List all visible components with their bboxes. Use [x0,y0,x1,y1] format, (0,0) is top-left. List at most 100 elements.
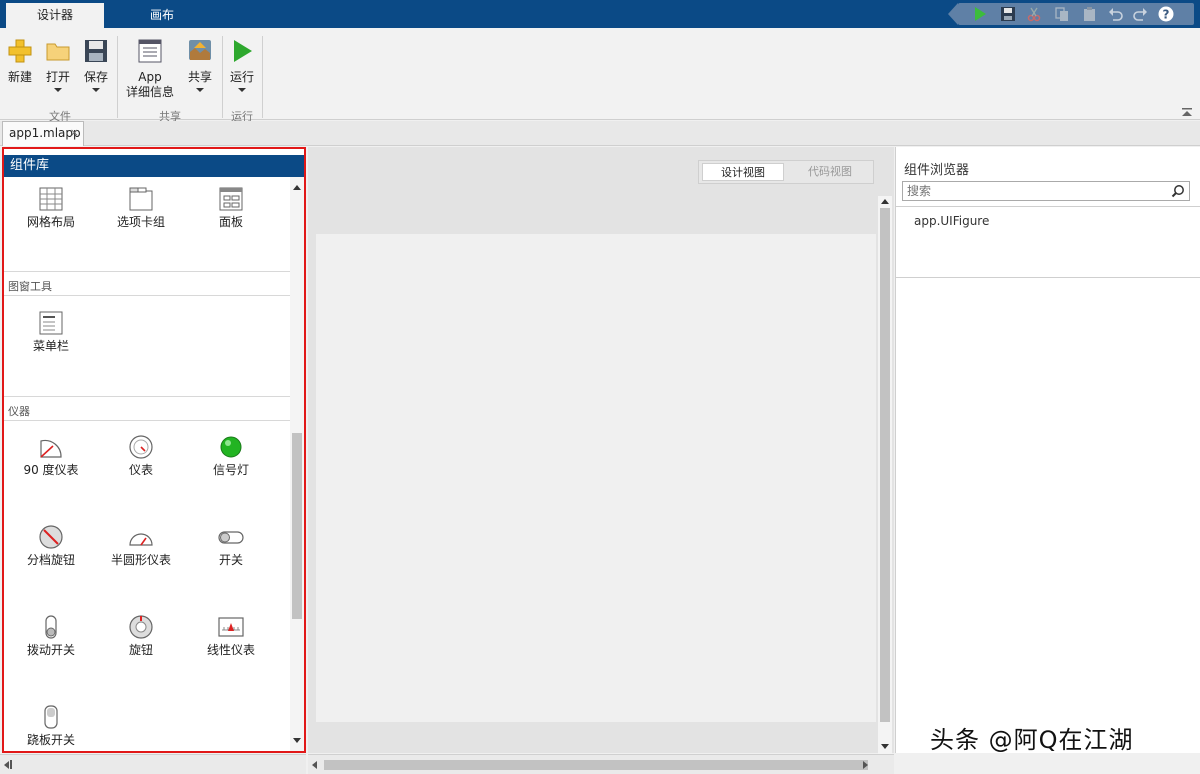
scroll-up-icon[interactable] [881,199,889,204]
cut-icon[interactable] [1026,6,1042,22]
save-dropdown-icon[interactable] [92,88,100,92]
section-divider [4,396,290,397]
component-label: 仪表 [128,463,153,477]
ui-figure-canvas[interactable] [316,234,876,722]
component-label: 信号灯 [212,463,249,477]
undo-icon[interactable] [1108,6,1124,22]
component-toggle-switch[interactable]: 拨动开关 [6,615,96,661]
scroll-right-icon[interactable] [863,761,868,769]
component-browser: 组件浏览器 app.UIFigure [895,147,1200,753]
scroll-down-icon[interactable] [881,744,889,749]
component-label: 开关 [218,553,243,567]
component-gauge[interactable]: 仪表 [96,435,186,481]
scroll-down-icon[interactable] [293,738,301,743]
component-panel[interactable]: 面板 [186,187,276,233]
new-label: 新建 [7,70,32,84]
component-label: 面板 [218,215,243,229]
scroll-home-icon [10,760,12,769]
component-library: 组件库 网格布局 选项卡组 面板 图窗工具 菜单栏 仪器 90 度仪表 仪表 信… [2,147,306,753]
component-label: 菜单栏 [32,339,69,353]
open-button[interactable]: 打开 [38,36,78,110]
run-icon [234,40,252,62]
divider [896,277,1200,278]
ribbon: 新建 打开 保存 App 详细信息 共享 运行 文件 共享 运行 [0,28,1200,123]
app-tab-bar: 设计器 画布 ? [0,0,1200,28]
tab-group-icon [129,187,153,211]
folder-icon [46,43,70,61]
share-dropdown-icon[interactable] [196,88,204,92]
tab-designer[interactable]: 设计器 [6,3,104,28]
run-dropdown-icon[interactable] [238,88,246,92]
copy-icon[interactable] [1054,6,1070,22]
panel-icon [219,187,243,211]
scroll-left-icon[interactable] [4,761,9,769]
component-menu-bar[interactable]: 菜单栏 [6,311,96,357]
paste-icon[interactable] [1082,6,1098,22]
document-tab-app1[interactable]: app1.mlapp × [2,121,84,146]
scroll-left-icon[interactable] [312,761,317,769]
gauge-icon [129,435,153,459]
svg-text:?: ? [1163,8,1170,22]
component-semicircular-gauge[interactable]: 半圆形仪表 [96,525,186,571]
component-label: 网格布局 [26,215,75,229]
run-button[interactable]: 运行 [222,36,262,110]
search-icon[interactable] [1171,184,1185,198]
canvas-vertical-scrollbar[interactable] [878,196,892,754]
library-horizontal-scrollbar[interactable] [0,754,306,774]
menu-bar-icon [39,311,63,335]
new-button[interactable]: 新建 [0,36,40,110]
help-icon[interactable]: ? [1158,6,1174,22]
tab-canvas[interactable]: 画布 [120,3,204,28]
component-search-box [902,181,1190,201]
search-input[interactable] [903,182,1163,200]
component-rocker-switch[interactable]: 跷板开关 [6,705,96,751]
component-label: 半圆形仪表 [110,553,171,567]
save-button[interactable]: 保存 [76,36,116,110]
rocker-switch-icon [44,705,58,729]
watermark: 头条 @阿Q在江湖 [930,726,1134,754]
component-label: 90 度仪表 [23,463,79,477]
component-knob[interactable]: 旋钮 [96,615,186,661]
group-separator [117,36,118,118]
scroll-thumb[interactable] [292,433,302,619]
close-icon[interactable]: × [70,122,79,144]
code-view-button[interactable]: 代码视图 [789,163,871,181]
collapse-ribbon-icon[interactable] [1182,108,1192,117]
tree-item-uifigure[interactable]: app.UIFigure [914,214,989,228]
redo-icon[interactable] [1132,6,1148,22]
plus-icon [8,39,32,63]
scroll-thumb[interactable] [324,760,868,770]
library-scrollbar[interactable] [290,177,304,751]
app-details-label-2: 详细信息 [125,85,174,99]
floppy-icon [85,40,107,62]
app-details-button[interactable]: App 详细信息 [124,36,176,110]
component-label: 线性仪表 [206,643,255,657]
save-icon[interactable] [1000,6,1016,22]
component-label: 选项卡组 [116,215,165,229]
group-separator [262,36,263,118]
scroll-up-icon[interactable] [293,185,301,190]
component-tab-group[interactable]: 选项卡组 [96,187,186,233]
design-view-button[interactable]: 设计视图 [702,163,784,181]
share-button[interactable]: 共享 [180,36,220,110]
scroll-thumb[interactable] [880,208,890,722]
grid-layout-icon [39,187,63,211]
canvas-horizontal-scrollbar[interactable] [308,754,894,774]
open-dropdown-icon[interactable] [54,88,62,92]
run-icon[interactable] [972,6,988,22]
quick-access-toolbar: ? [948,3,1194,25]
component-discrete-knob[interactable]: 分档旋钮 [6,525,96,571]
discrete-knob-icon [39,525,63,549]
component-90-degree-gauge[interactable]: 90 度仪表 [6,435,96,481]
open-label: 打开 [45,70,70,84]
component-lamp[interactable]: 信号灯 [186,435,276,481]
component-linear-gauge[interactable]: 线性仪表 [186,615,276,661]
component-label: 拨动开关 [26,643,75,657]
component-label: 分档旋钮 [26,553,75,567]
section-divider [4,295,290,296]
component-switch[interactable]: 开关 [186,525,276,571]
document-tab-strip: app1.mlapp × [0,121,1200,146]
component-grid-layout[interactable]: 网格布局 [6,187,96,233]
toggle-switch-icon [45,615,57,639]
switch-icon [218,531,244,544]
